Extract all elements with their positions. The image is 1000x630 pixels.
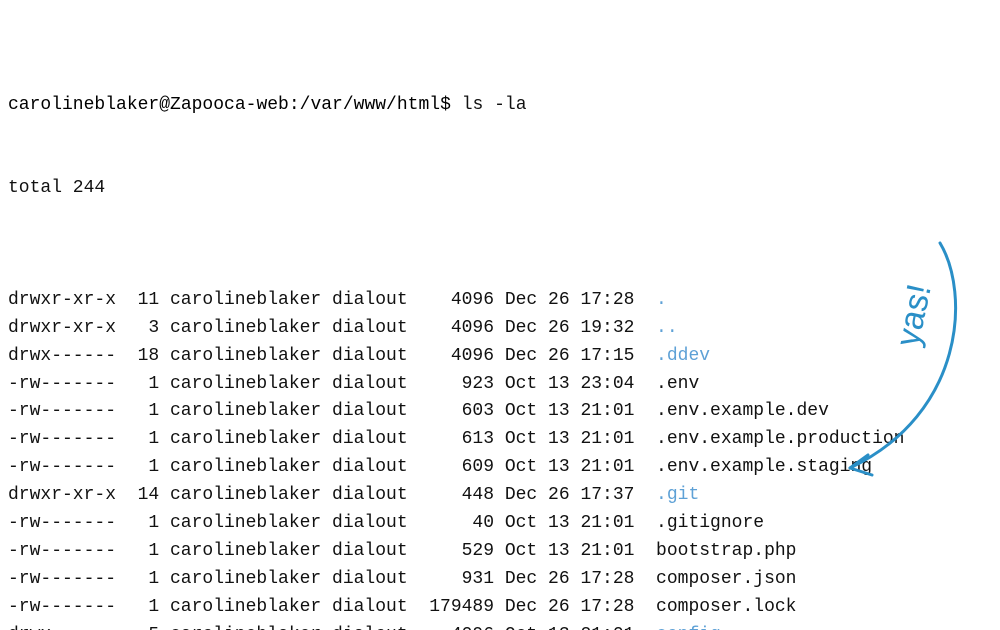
file-name: composer.lock <box>645 594 796 622</box>
file-name: config <box>645 622 721 630</box>
prompt-prefix: carolineblaker@Zapooca-web:/var/www/html… <box>8 95 462 115</box>
file-name: . <box>645 287 667 315</box>
file-row: drwxr-xr-x11carolineblakerdialout4096Dec… <box>8 287 990 315</box>
file-name: bootstrap.php <box>645 538 796 566</box>
file-row: -rw-------1carolineblakerdialout179489De… <box>8 594 990 622</box>
file-name: .env.example.staging <box>645 454 872 482</box>
file-name: .env.example.production <box>645 426 904 454</box>
file-name: .env <box>645 371 699 399</box>
file-row: -rw-------1carolineblakerdialout529Oct 1… <box>8 538 990 566</box>
file-name: .git <box>645 482 699 510</box>
file-row: -rw-------1carolineblakerdialout613Oct 1… <box>8 426 990 454</box>
file-row: drwxr-xr-x3carolineblakerdialout4096Dec … <box>8 315 990 343</box>
file-name: .ddev <box>645 343 710 371</box>
command: ls -la <box>462 95 527 115</box>
total-line: total 244 <box>8 175 990 203</box>
file-row: drwx------5carolineblakerdialout4096Oct … <box>8 622 990 630</box>
file-listing: drwxr-xr-x11carolineblakerdialout4096Dec… <box>8 287 990 630</box>
file-row: -rw-------1carolineblakerdialout931Dec 2… <box>8 566 990 594</box>
prompt-line: carolineblaker@Zapooca-web:/var/www/html… <box>8 92 990 120</box>
terminal[interactable]: carolineblaker@Zapooca-web:/var/www/html… <box>0 0 1000 630</box>
file-row: -rw-------1carolineblakerdialout603Oct 1… <box>8 398 990 426</box>
file-row: drwxr-xr-x14carolineblakerdialout448Dec … <box>8 482 990 510</box>
file-name: .. <box>645 315 677 343</box>
file-row: -rw-------1carolineblakerdialout609Oct 1… <box>8 454 990 482</box>
file-name: .gitignore <box>645 510 764 538</box>
file-row: drwx------18carolineblakerdialout4096Dec… <box>8 343 990 371</box>
file-row: -rw-------1carolineblakerdialout923Oct 1… <box>8 371 990 399</box>
file-name: composer.json <box>645 566 796 594</box>
file-name: .env.example.dev <box>645 398 829 426</box>
file-row: -rw-------1carolineblakerdialout40Oct 13… <box>8 510 990 538</box>
